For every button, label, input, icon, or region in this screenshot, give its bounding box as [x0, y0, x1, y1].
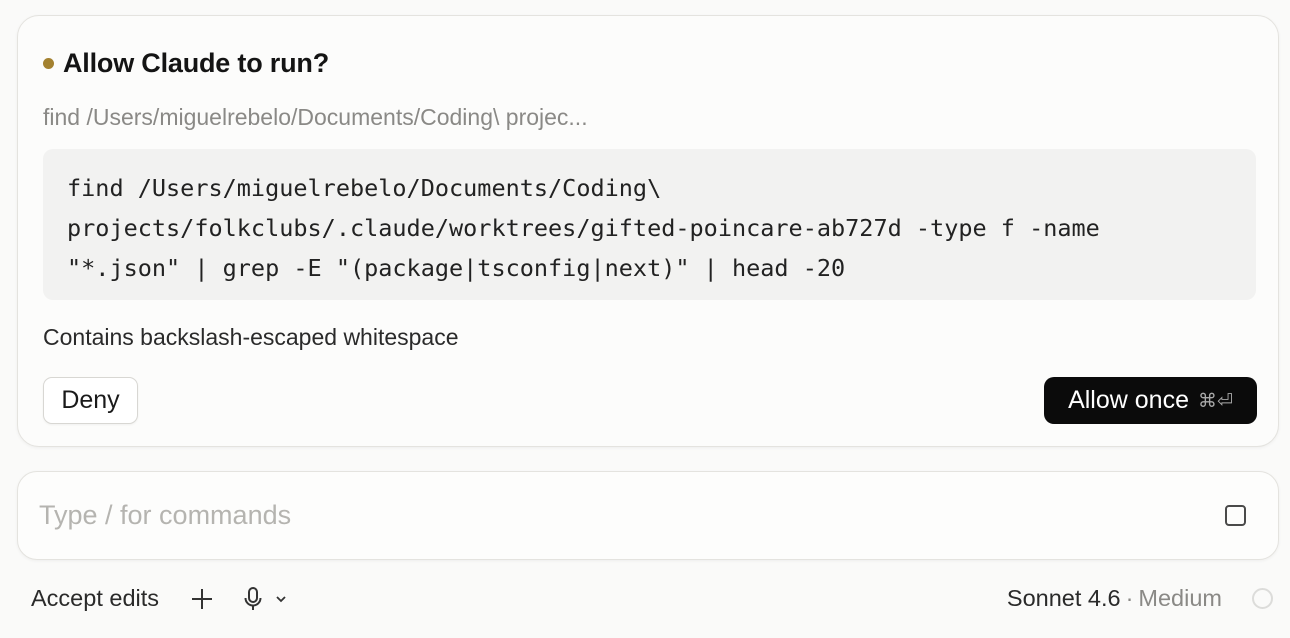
plus-icon[interactable]: [191, 588, 213, 610]
effort-level[interactable]: Medium: [1138, 585, 1222, 612]
permission-reason: Contains backslash-escaped whitespace: [43, 324, 459, 350]
chevron-down-icon[interactable]: [275, 594, 287, 604]
permission-header: Allow Claude to run?: [43, 48, 329, 79]
command-code-block: find /Users/miguelrebelo/Documents/Codin…: [43, 149, 1256, 300]
deny-button-label: Deny: [61, 386, 120, 414]
command-summary: find /Users/miguelrebelo/Documents/Codin…: [43, 104, 588, 130]
allow-once-button[interactable]: Allow once ⌘⏎: [1044, 377, 1257, 424]
command-line: projects/folkclubs/.claude/worktrees/gif…: [67, 214, 1100, 242]
permission-title: Allow Claude to run?: [63, 48, 329, 78]
deny-button[interactable]: Deny: [43, 377, 138, 424]
composer-toolbar-left: Accept edits: [31, 585, 287, 612]
command-line: "*.json" | grep -E "(package|tsconfig|ne…: [67, 254, 846, 282]
prompt-input[interactable]: Type / for commands: [17, 471, 1279, 560]
status-circle-icon: [1252, 588, 1273, 609]
separator: ·: [1125, 585, 1134, 611]
model-selector[interactable]: Sonnet 4.6: [1007, 585, 1121, 612]
permission-card: Allow Claude to run? find /Users/miguelr…: [17, 15, 1279, 447]
status-dot-icon: [43, 58, 54, 69]
prompt-placeholder: Type / for commands: [39, 500, 292, 530]
checkbox-icon[interactable]: [1225, 505, 1246, 526]
keyboard-shortcut-hint: ⌘⏎: [1197, 389, 1233, 412]
allow-once-label: Allow once: [1068, 386, 1189, 414]
command-line: find /Users/miguelrebelo/Documents/Codin…: [67, 174, 662, 202]
mic-icon[interactable]: [243, 586, 263, 611]
composer-toolbar-right: Sonnet 4.6 · Medium: [1007, 585, 1273, 612]
accept-edits-mode-button[interactable]: Accept edits: [31, 585, 159, 612]
